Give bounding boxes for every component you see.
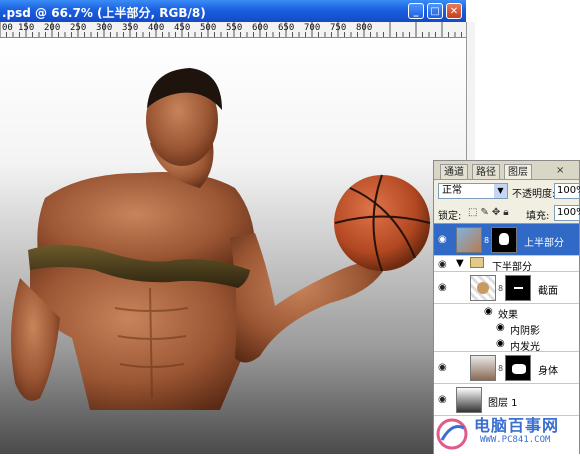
ruler-label: 400 <box>148 23 165 33</box>
watermark-text: 电脑百事网 <box>474 416 560 435</box>
tab-layers[interactable]: 图层 <box>504 164 532 179</box>
layer-name: 上半部分 <box>524 238 564 249</box>
link-icon: 8 <box>484 236 490 245</box>
folder-icon <box>470 257 484 268</box>
document-title: .psd @ 66.7% (上半部分, RGB/8) <box>2 6 206 20</box>
effect-name: 内发光 <box>510 342 540 353</box>
fill-input[interactable]: 100% <box>554 205 580 221</box>
horizontal-ruler: 00 150 200 250 300 350 400 450 500 550 6… <box>0 22 466 38</box>
expand-triangle-icon[interactable]: ▼ <box>456 258 464 269</box>
site-watermark: 电脑百事网 WWW.PC841.COM <box>430 410 580 454</box>
ruler-label: 650 <box>278 23 295 33</box>
link-icon: 8 <box>498 364 504 373</box>
eye-icon[interactable]: ◉ <box>496 322 505 333</box>
tab-paths[interactable]: 路径 <box>472 164 500 179</box>
ruler-label: 200 <box>44 23 61 33</box>
ruler-label: 250 <box>70 23 87 33</box>
layer-thumbnail <box>470 355 496 381</box>
layer-section[interactable]: ◉ 8 截面 <box>434 272 579 304</box>
effect-inner-glow[interactable]: ◉ 内发光 <box>434 336 579 353</box>
panel-tabs: 通道 路径 图层 × <box>434 161 579 180</box>
eye-icon[interactable]: ◉ <box>438 363 450 373</box>
layer-mask-thumbnail <box>505 355 531 381</box>
ruler-label: 450 <box>174 23 191 33</box>
layer-name: 图层 1 <box>488 398 518 409</box>
layer-upper-half[interactable]: ◉ 8 上半部分 <box>434 224 579 256</box>
close-button[interactable]: ✕ <box>446 3 462 19</box>
ruler-label: 800 <box>356 23 373 33</box>
eye-icon[interactable]: ◉ <box>496 338 505 349</box>
layer-effects[interactable]: ◉ 效果 <box>434 304 579 321</box>
lock-options-icons[interactable]: ⬚✎✥🔒︎ <box>468 207 512 218</box>
watermark-url: WWW.PC841.COM <box>480 435 551 445</box>
fill-label: 填充: <box>526 211 550 222</box>
maximize-button[interactable]: □ <box>427 3 443 19</box>
ruler-label: 750 <box>330 23 347 33</box>
document-title-bar[interactable]: .psd @ 66.7% (上半部分, RGB/8) _ □ ✕ <box>0 0 466 22</box>
ruler-label: 150 <box>18 23 35 33</box>
eye-icon[interactable]: ◉ <box>438 235 450 245</box>
ruler-label: 550 <box>226 23 243 33</box>
layer-name: 下半部分 <box>492 262 532 273</box>
layer-thumbnail <box>470 275 496 301</box>
opacity-input[interactable]: 100% <box>554 183 580 199</box>
tab-channels[interactable]: 通道 <box>440 164 468 179</box>
eye-icon[interactable]: ◉ <box>438 283 450 293</box>
layer-group-lower-half[interactable]: ◉ ▼ 下半部分 <box>434 256 579 273</box>
layer-body[interactable]: ◉ 8 身体 <box>434 352 579 384</box>
layer-thumbnail <box>456 227 482 253</box>
ruler-label: 500 <box>200 23 217 33</box>
opacity-label: 不透明度: <box>512 189 556 200</box>
watermark-logo-icon <box>436 418 468 450</box>
photo-artwork <box>11 68 431 410</box>
effect-inner-shadow[interactable]: ◉ 内阴影 <box>434 320 579 337</box>
eye-icon[interactable]: ◉ <box>438 395 450 405</box>
ruler-label: 00 <box>2 23 13 33</box>
eye-icon[interactable]: ◉ <box>484 306 493 317</box>
close-icon[interactable]: × <box>556 165 564 176</box>
layer-mask-thumbnail <box>491 227 517 253</box>
minimize-button[interactable]: _ <box>408 3 424 19</box>
lock-label: 锁定: <box>438 211 462 222</box>
eye-icon[interactable]: ◉ <box>438 260 450 270</box>
effect-name: 内阴影 <box>510 326 540 337</box>
ruler-label: 300 <box>96 23 113 33</box>
ruler-label: 700 <box>304 23 321 33</box>
blend-mode-select[interactable]: 正常 ▼ <box>438 183 508 199</box>
blend-mode-value: 正常 <box>442 185 462 196</box>
layer-name: 截面 <box>538 286 558 297</box>
layer-mask-thumbnail <box>505 275 531 301</box>
layer-name: 身体 <box>538 366 558 377</box>
chevron-down-icon: ▼ <box>494 184 507 198</box>
effects-label: 效果 <box>498 310 518 321</box>
document-canvas[interactable] <box>0 38 466 454</box>
ruler-label: 600 <box>252 23 269 33</box>
ruler-label: 350 <box>122 23 139 33</box>
link-icon: 8 <box>498 284 504 293</box>
